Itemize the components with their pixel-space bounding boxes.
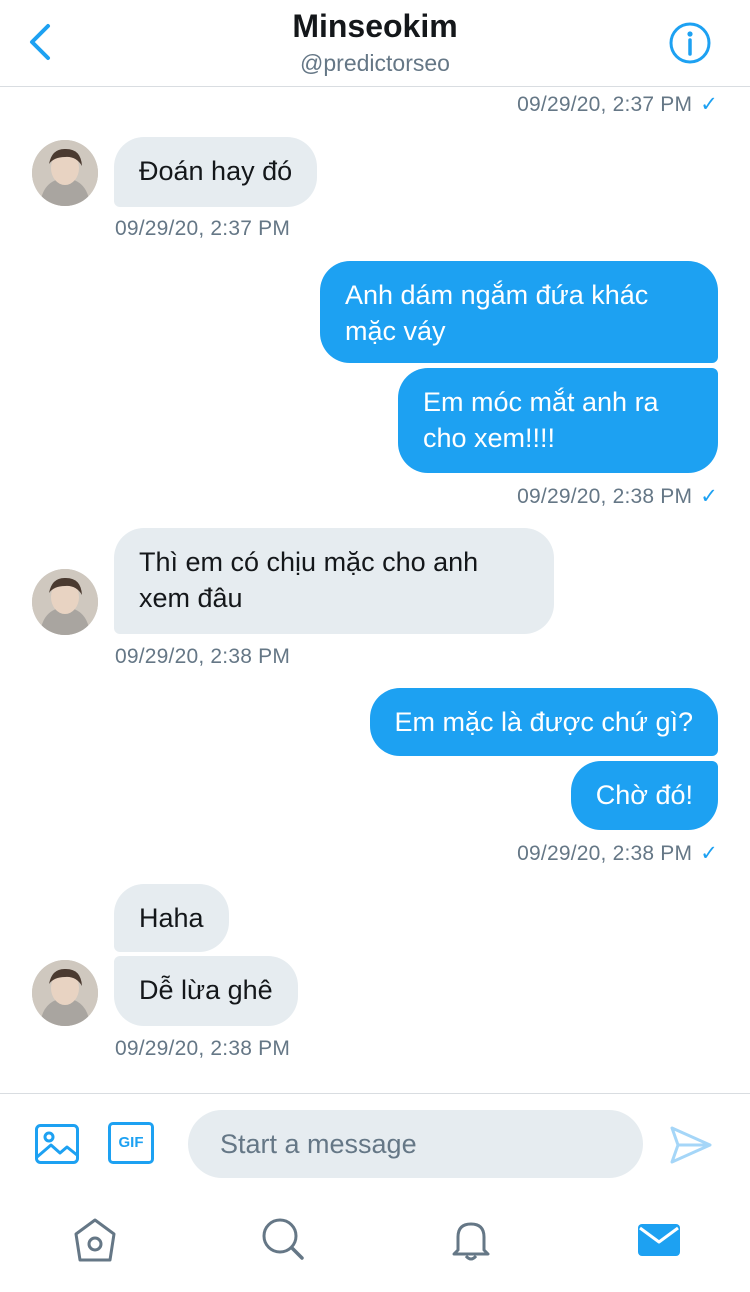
tab-notifications[interactable] xyxy=(446,1216,496,1264)
message-bubble-outgoing[interactable]: Em móc mắt anh ra cho xem!!!! xyxy=(398,368,718,473)
home-icon xyxy=(74,1218,116,1262)
mail-icon xyxy=(638,1224,680,1256)
message-composer: GIF xyxy=(0,1093,750,1194)
image-icon xyxy=(35,1124,79,1164)
gif-button[interactable]: GIF xyxy=(108,1122,154,1164)
avatar[interactable] xyxy=(32,140,98,206)
message-bubble-outgoing[interactable]: Anh dám ngắm đứa khác mặc váy xyxy=(320,261,718,363)
send-icon xyxy=(670,1126,712,1164)
search-icon xyxy=(262,1218,304,1260)
message-timestamp: 09/29/20, 2:37 PM xyxy=(115,217,291,240)
conversation-title[interactable]: Minseokim xyxy=(0,8,750,45)
tab-search[interactable] xyxy=(258,1216,308,1264)
message-bubble-incoming[interactable]: Dễ lừa ghê xyxy=(114,956,298,1026)
media-button[interactable] xyxy=(34,1121,80,1167)
message-bubble-outgoing[interactable]: Em mặc là được chứ gì? xyxy=(369,688,718,756)
message-bubble-outgoing[interactable]: Chờ đó! xyxy=(570,761,718,830)
avatar[interactable] xyxy=(32,960,98,1026)
message-input[interactable] xyxy=(188,1110,643,1178)
read-check-icon: ✓ xyxy=(700,842,718,865)
message-timestamp: 09/29/20, 2:38 PM xyxy=(115,645,291,668)
message-timestamp: 09/29/20, 2:38 PM ✓ xyxy=(517,842,718,865)
message-bubble-incoming[interactable]: Đoán hay đó xyxy=(114,137,318,207)
message-thread[interactable]: 09/29/20, 2:37 PM ✓ Đoán hay đó 09/29/20,… xyxy=(0,87,750,1093)
send-button[interactable] xyxy=(668,1122,714,1168)
read-check-icon: ✓ xyxy=(700,485,718,508)
info-button[interactable] xyxy=(668,21,712,65)
avatar[interactable] xyxy=(32,569,98,635)
message-timestamp: 09/29/20, 2:37 PM ✓ xyxy=(517,93,718,116)
conversation-handle: @predictorseo xyxy=(300,50,450,76)
tab-home[interactable] xyxy=(70,1216,120,1264)
tab-messages[interactable] xyxy=(634,1216,684,1264)
info-icon xyxy=(669,22,711,64)
read-check-icon: ✓ xyxy=(700,93,718,116)
conversation-header: Minseokim @predictorseo xyxy=(0,0,750,87)
bottom-tab-bar xyxy=(0,1194,750,1292)
message-bubble-incoming[interactable]: Thì em có chịu mặc cho anh xem đâu xyxy=(114,528,554,634)
message-bubble-incoming[interactable]: Haha xyxy=(114,884,229,952)
message-timestamp: 09/29/20, 2:38 PM ✓ xyxy=(517,485,718,508)
bell-icon xyxy=(452,1222,490,1261)
message-timestamp: 09/29/20, 2:38 PM xyxy=(115,1037,291,1060)
